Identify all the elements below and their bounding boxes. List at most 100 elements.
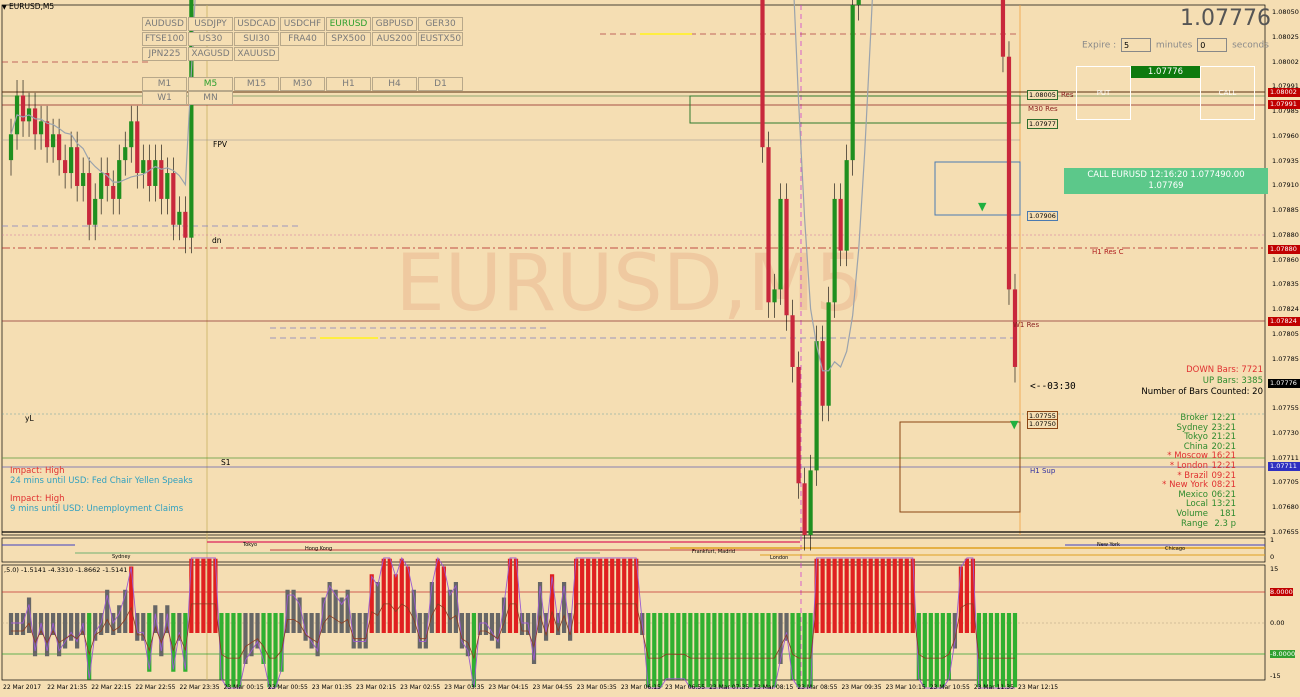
candle-bull	[772, 289, 777, 303]
symbol-button-xagusd[interactable]: XAGUSD	[188, 47, 233, 61]
timeframe-button-m1[interactable]: M1	[142, 77, 187, 91]
indicator-bar	[754, 613, 759, 688]
candle-bear	[838, 198, 843, 251]
timeframe-button-h1[interactable]: H1	[326, 77, 371, 91]
candle-bear	[183, 211, 188, 238]
price-axis-label: 1.08002	[1272, 57, 1299, 66]
call-button[interactable]: CALL	[1200, 66, 1255, 120]
seconds-label: seconds	[1232, 40, 1269, 51]
indicator-bar	[730, 613, 735, 688]
candle-bear	[171, 173, 176, 225]
candle-bull	[808, 470, 813, 535]
price-axis-label: 1.07785	[1272, 354, 1299, 363]
candle-bull	[123, 147, 128, 161]
h1-res-label: H1 Res C	[1092, 248, 1124, 256]
expire-minutes-input[interactable]	[1121, 38, 1152, 52]
timeframe-button-m15[interactable]: M15	[234, 77, 279, 91]
symbol-button-xauusd[interactable]: XAUUSD	[234, 47, 279, 61]
candle-bear	[63, 160, 68, 174]
time-axis-label: 23 Mar 03:35	[444, 684, 485, 691]
candle-bull	[153, 160, 158, 186]
expire-label: Expire :	[1082, 40, 1117, 51]
level-tag-1: 1.08005	[1027, 90, 1058, 100]
timeframe-button-h4[interactable]: H4	[372, 77, 417, 91]
price-tag: 1.07880	[1268, 245, 1300, 254]
s1-label: S1	[221, 458, 231, 467]
symbol-button-fra40[interactable]: FRA40	[280, 32, 325, 46]
indicator-bar	[604, 558, 609, 633]
price-axis-label: 1.07824	[1272, 305, 1299, 314]
indicator-bar	[922, 613, 927, 688]
timeframe-button-m5[interactable]: M5	[188, 77, 233, 91]
indicator-bar	[658, 613, 663, 688]
price-tag: 1.07991	[1268, 100, 1300, 109]
symbol-button-eurusd[interactable]: EURUSD	[326, 17, 371, 31]
indicator-scale-label: 15	[1270, 565, 1279, 573]
timeframe-button-d1[interactable]: D1	[418, 77, 463, 91]
indicator-bar	[652, 613, 657, 688]
symbol-button-ger30[interactable]: GER30	[418, 17, 463, 31]
price-axis-label: 1.07705	[1272, 478, 1299, 487]
symbol-button-jpn225[interactable]: JPN225	[142, 47, 187, 61]
indicator-bar	[994, 613, 1000, 688]
indicator-bar	[700, 613, 705, 688]
indicator-bar	[802, 613, 807, 688]
price-axis-label: 1.08025	[1272, 32, 1299, 41]
indicator-header: ,5.0) -1.5141 -4.3310 -1.8662 -1.5141	[4, 566, 128, 574]
symbol-button-us30[interactable]: US30	[188, 32, 233, 46]
news-impact-2: Impact: High	[10, 494, 65, 504]
symbol-button-eustx50[interactable]: EUSTX50	[418, 32, 463, 46]
indicator-bar	[69, 613, 74, 641]
candle-bull	[38, 121, 44, 135]
time-axis-label: 22 Mar 22:15	[91, 684, 132, 691]
timeframe-button-mn[interactable]: MN	[188, 91, 233, 105]
price-axis-label: 1.07655	[1272, 528, 1299, 536]
symbol-button-aus200[interactable]: AUS200	[372, 32, 417, 46]
green-zone-box	[689, 95, 1021, 124]
symbol-button-spx500[interactable]: SPX500	[326, 32, 371, 46]
strip-scale-top: 1	[1270, 536, 1275, 544]
symbol-button-usdjpy[interactable]: USDJPY	[188, 17, 233, 31]
level-tag-2: 1.07977	[1027, 119, 1058, 129]
indicator-bar	[760, 613, 765, 688]
time-axis-label: 23 Mar 04:15	[488, 684, 529, 691]
price-axis-label: 1.07860	[1272, 255, 1299, 264]
indicator-bar	[195, 558, 200, 633]
session-label-tokyo: Tokyo	[243, 542, 257, 548]
time-axis-label: 23 Mar 02:55	[400, 684, 441, 691]
indicator-bar	[682, 613, 687, 680]
indicator-bar	[249, 613, 254, 657]
candle-bear	[135, 121, 140, 174]
candle-bull	[856, 0, 861, 5]
time-axis-label: 23 Mar 09:35	[841, 684, 882, 691]
indicator-bar	[964, 558, 970, 633]
price-axis-label: 1.07960	[1272, 131, 1299, 140]
strip-scale-bottom: 0	[1270, 553, 1275, 561]
put-button[interactable]: PUT	[1076, 66, 1131, 120]
session-label-hongkong: Hong Kong	[305, 546, 333, 552]
candle-bull	[69, 147, 74, 174]
symbol-button-sui30[interactable]: SUI30	[234, 32, 279, 46]
symbol-button-ftse100[interactable]: FTSE100	[142, 32, 187, 46]
symbol-button-gbpusd[interactable]: GBPUSD	[372, 17, 417, 31]
indicator-bar	[381, 558, 386, 633]
symbol-button-usdcad[interactable]: USDCAD	[234, 17, 279, 31]
timeframe-button-w1[interactable]: W1	[142, 91, 187, 105]
timeframe-button-m30[interactable]: M30	[280, 77, 325, 91]
indicator-bar	[267, 613, 272, 688]
indicator-bar	[357, 613, 362, 649]
candle-bull	[81, 173, 86, 186]
symbol-button-usdchf[interactable]: USDCHF	[280, 17, 325, 31]
price-axis-label: 1.07835	[1272, 280, 1299, 289]
put-label: PUT	[1096, 89, 1111, 97]
indicator-bar	[694, 613, 699, 688]
price-tag: 1.07711	[1268, 462, 1300, 471]
time-axis-label: 23 Mar 10:15	[885, 684, 926, 691]
current-price-display: 1.07776	[1180, 6, 1271, 31]
indicator-bar	[868, 558, 873, 633]
session-label-london: London	[770, 555, 789, 561]
price-axis-label: 1.07885	[1272, 206, 1299, 215]
symbol-button-audusd[interactable]: AUDUSD	[142, 17, 187, 31]
yl-label: yL	[25, 414, 34, 423]
expire-seconds-input[interactable]	[1197, 38, 1228, 52]
